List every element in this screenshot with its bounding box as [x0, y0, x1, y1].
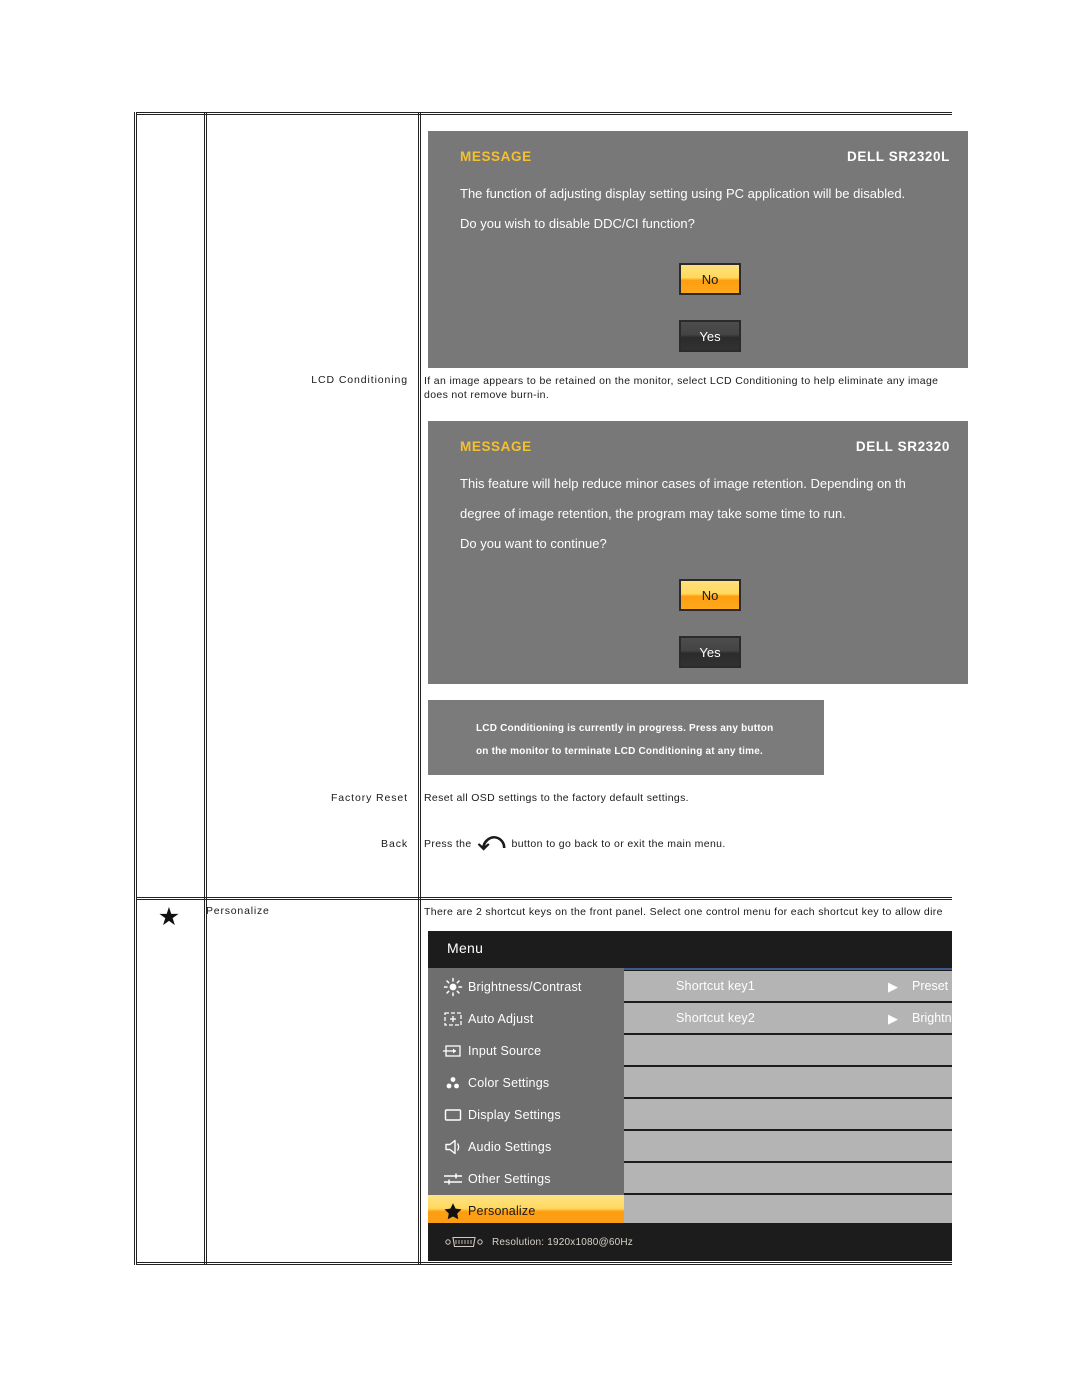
table-row-separator [137, 897, 952, 900]
menu-item-auto-adjust[interactable]: Auto Adjust [428, 1003, 624, 1035]
back-text-before: Press the [424, 838, 472, 850]
osd-message-title: MESSAGE [460, 439, 532, 454]
table-bottom-border [137, 1262, 952, 1265]
osd-menu-accent-bar [624, 968, 952, 970]
progress-line-1: LCD Conditioning is currently in progres… [476, 723, 774, 734]
description-line-2: does not remove burn-in. [424, 389, 550, 401]
osd-message-line-1: This feature will help reduce minor case… [460, 476, 906, 491]
ddcci-no-button[interactable]: No [679, 263, 741, 295]
osd-resolution-label: Resolution: 1920x1080@60Hz [492, 1236, 633, 1248]
menu-item-label: Display Settings [468, 1108, 561, 1122]
other-settings-icon [438, 1168, 468, 1190]
osd-message-header: MESSAGE DELL SR2320 [460, 439, 950, 454]
shortcut-key2-value: Brightne [912, 1011, 952, 1025]
osd-message-body: This feature will help reduce minor case… [460, 469, 968, 559]
menu-item-audio-settings[interactable]: Audio Settings [428, 1131, 624, 1163]
audio-settings-icon [438, 1136, 468, 1158]
chevron-right-icon: ▶ [888, 978, 898, 994]
input-source-icon [438, 1040, 468, 1062]
ddcci-yes-button[interactable]: Yes [679, 320, 741, 352]
menu-item-label: Color Settings [468, 1076, 550, 1090]
osd-message-model: DELL SR2320L [847, 149, 950, 164]
menu-item-label: Brightness/Contrast [468, 980, 582, 994]
menu-item-label: Personalize [468, 1204, 536, 1218]
menu-item-other-settings[interactable]: Other Settings [428, 1163, 624, 1195]
osd-message-line-2: Do you wish to disable DDC/CI function? [460, 216, 695, 231]
shortcut-key1-value: Preset [912, 979, 949, 993]
shortcut-key1-label: Shortcut key1 [676, 979, 756, 993]
menu-item-brightness-contrast[interactable]: Brightness/Contrast [428, 971, 624, 1003]
brightness-icon [438, 976, 468, 998]
table-column-separator-2 [418, 112, 421, 1265]
osd-message-conditioning-progress: LCD Conditioning is currently in progres… [428, 700, 824, 775]
vga-connector-icon [444, 1234, 484, 1250]
star-icon [438, 1200, 468, 1222]
progress-line-2: on the monitor to terminate LCD Conditio… [476, 746, 763, 757]
osd-right-row-empty [624, 1131, 952, 1161]
conditioning-no-button[interactable]: No [679, 579, 741, 611]
menu-item-label: Other Settings [468, 1172, 551, 1186]
osd-menu-title: Menu [447, 940, 484, 956]
chevron-right-icon: ▶ [888, 1010, 898, 1026]
menu-item-input-source[interactable]: Input Source [428, 1035, 624, 1067]
row-label-lcd-conditioning: LCD Conditioning [311, 374, 408, 386]
osd-right-row-shortcut-key2[interactable]: Shortcut key2 ▶ Brightne [624, 1003, 952, 1033]
back-arrow-icon: ⤺ [477, 826, 506, 856]
menu-item-color-settings[interactable]: Color Settings [428, 1067, 624, 1099]
row-label-back: Back [381, 838, 408, 850]
menu-item-label: Auto Adjust [468, 1012, 534, 1026]
osd-message-line-2: degree of image retention, the program m… [460, 506, 846, 521]
osd-right-row-empty [624, 1099, 952, 1129]
description-personalize: There are 2 shortcut keys on the front p… [424, 906, 943, 918]
menu-item-display-settings[interactable]: Display Settings [428, 1099, 624, 1131]
description-lcd-conditioning: If an image appears to be retained on th… [424, 374, 938, 402]
osd-message-header: MESSAGE DELL SR2320L [460, 149, 950, 164]
osd-main-menu: Menu Brightness/Contrast Auto Adjust Inp… [428, 931, 952, 1261]
osd-message-line-3: Do you want to continue? [460, 536, 607, 551]
conditioning-yes-button[interactable]: Yes [679, 636, 741, 668]
osd-message-lcd-conditioning: MESSAGE DELL SR2320 This feature will he… [428, 421, 968, 684]
table-top-border [137, 112, 952, 115]
description-line-1: If an image appears to be retained on th… [424, 375, 939, 387]
display-settings-icon [438, 1104, 468, 1126]
osd-message-line-1: The function of adjusting display settin… [460, 186, 906, 201]
osd-message-title: MESSAGE [460, 149, 532, 164]
star-icon: ★ [157, 903, 181, 931]
osd-right-row-empty [624, 1195, 952, 1225]
shortcut-key2-label: Shortcut key2 [676, 1011, 756, 1025]
row-label-factory-reset: Factory Reset [330, 792, 408, 804]
menu-item-label: Input Source [468, 1044, 542, 1058]
osd-menu-footer: Resolution: 1920x1080@60Hz [428, 1223, 952, 1261]
color-settings-icon [438, 1072, 468, 1094]
auto-adjust-icon [438, 1008, 468, 1030]
back-text-after: button to go back to or exit the main me… [511, 838, 726, 850]
menu-item-label: Audio Settings [468, 1140, 552, 1154]
osd-right-row-empty [624, 1163, 952, 1193]
osd-right-row-empty [624, 1035, 952, 1065]
osd-right-row-shortcut-key1[interactable]: Shortcut key1 ▶ Preset [624, 971, 952, 1001]
row-label-personalize: Personalize [206, 905, 270, 917]
osd-right-row-empty [624, 1067, 952, 1097]
description-back: Press the ⤺ button to go back to or exit… [424, 826, 726, 856]
description-factory-reset: Reset all OSD settings to the factory de… [424, 792, 689, 804]
osd-message-body: The function of adjusting display settin… [460, 179, 968, 239]
osd-message-ddcci: MESSAGE DELL SR2320L The function of adj… [428, 131, 968, 368]
osd-message-model: DELL SR2320 [855, 439, 950, 454]
table-column-separator-1 [204, 112, 207, 1265]
